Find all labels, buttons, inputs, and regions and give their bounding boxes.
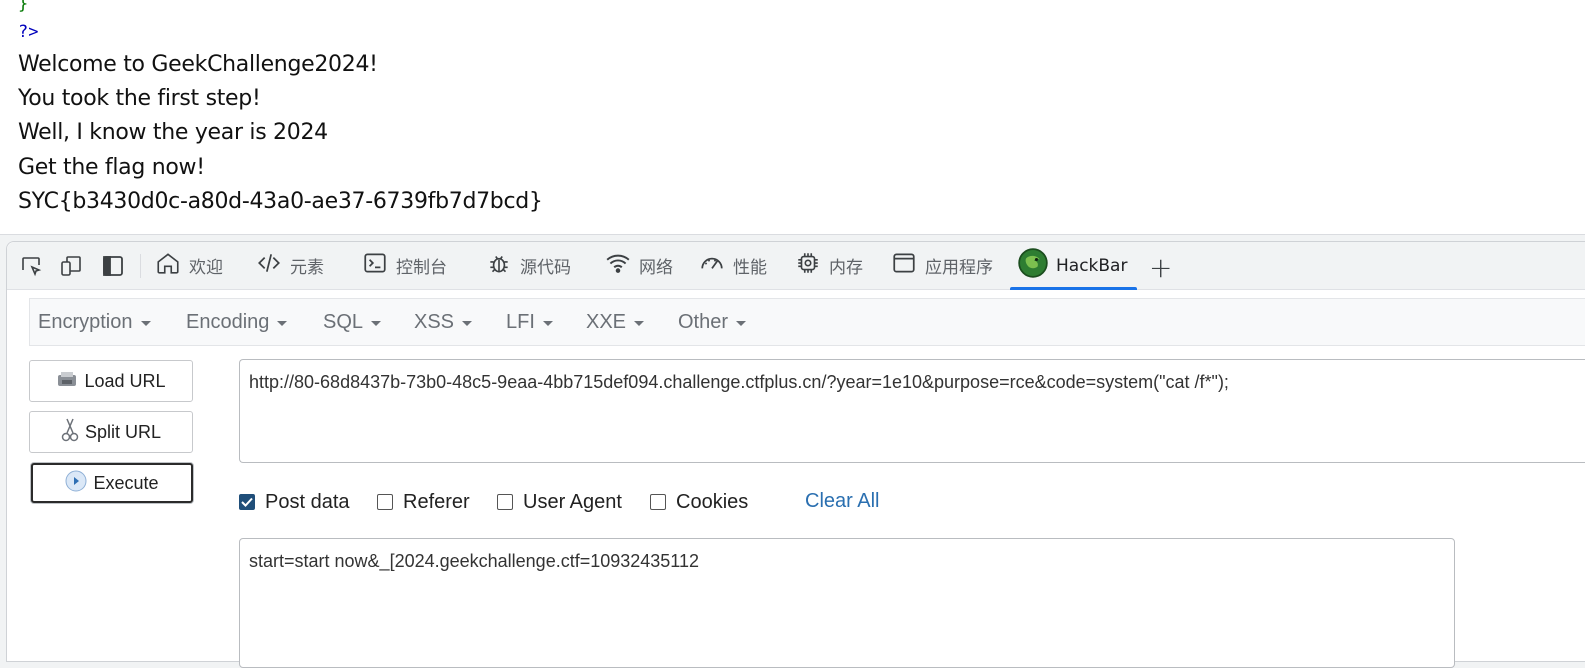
tab-welcome[interactable]: 欢迎: [155, 242, 223, 289]
caret-down-icon: [371, 320, 382, 326]
cookies-checkbox[interactable]: [650, 494, 666, 510]
menu-label: Other: [678, 310, 729, 333]
output-flag: SYC{b3430d0c-a80d-43a0-ae37-6739fb7d7bcd…: [18, 189, 543, 214]
menu-lfi[interactable]: LFI: [506, 299, 553, 345]
post-data-option[interactable]: Post data: [239, 490, 350, 514]
tab-elements[interactable]: 元素: [256, 242, 324, 289]
page-content: } ?> Welcome to GeekChallenge2024! You t…: [0, 0, 1585, 235]
tab-network[interactable]: 网络: [605, 242, 673, 289]
url-input[interactable]: http://80-68d8437b-73b0-48c5-9eaa-4bb715…: [239, 359, 1585, 463]
menu-sql[interactable]: SQL: [323, 299, 382, 345]
button-label: Load URL: [84, 370, 166, 391]
hackbar-menu-bar: Encryption Encoding SQL XSS LFI XXE Othe…: [29, 298, 1585, 346]
tab-label: 欢迎: [189, 258, 223, 278]
load-url-button[interactable]: Load URL: [29, 360, 193, 402]
tab-performance[interactable]: 性能: [699, 242, 767, 289]
wifi-icon: [605, 250, 631, 281]
chip-icon: [795, 250, 821, 281]
code-icon: [256, 250, 282, 281]
menu-xss[interactable]: XSS: [414, 299, 473, 345]
tab-memory[interactable]: 内存: [795, 242, 863, 289]
hackbar-logo-icon: [1018, 248, 1048, 283]
code-closing-brace: }: [18, 0, 29, 14]
cookies-option[interactable]: Cookies: [650, 490, 748, 514]
menu-other[interactable]: Other: [678, 299, 747, 345]
user-agent-option[interactable]: User Agent: [497, 490, 622, 514]
load-url-icon: [56, 369, 78, 394]
option-label: User Agent: [523, 490, 622, 513]
referer-checkbox[interactable]: [377, 494, 393, 510]
user-agent-checkbox[interactable]: [497, 494, 513, 510]
clear-all-link[interactable]: Clear All: [805, 490, 879, 513]
caret-down-icon: [462, 320, 473, 326]
scissors-icon: [61, 417, 79, 448]
caret-down-icon: [542, 320, 553, 326]
tab-label: 网络: [639, 258, 673, 278]
tab-hackbar[interactable]: HackBar: [1010, 242, 1138, 290]
play-icon: [65, 470, 87, 497]
menu-label: XXE: [586, 310, 627, 333]
dock-side-icon[interactable]: [101, 254, 125, 278]
caret-down-icon: [634, 320, 645, 326]
caret-down-icon: [140, 320, 151, 326]
window-icon: [891, 250, 917, 281]
menu-label: Encryption: [38, 310, 133, 333]
menu-xxe[interactable]: XXE: [586, 299, 645, 345]
device-emulation-icon[interactable]: [59, 254, 83, 278]
tab-application[interactable]: 应用程序: [891, 242, 993, 289]
execute-button[interactable]: Execute: [31, 463, 193, 503]
output-line-first-step: You took the first step!: [18, 86, 261, 111]
gauge-icon: [699, 250, 725, 281]
tab-sources[interactable]: 源代码: [486, 242, 571, 289]
menu-encryption[interactable]: Encryption: [38, 299, 151, 345]
button-label: Split URL: [84, 421, 162, 442]
menu-label: LFI: [506, 310, 535, 333]
home-icon: [155, 250, 181, 281]
output-line-get-flag: Get the flag now!: [18, 155, 205, 180]
tab-label: 控制台: [396, 258, 447, 278]
option-label: Cookies: [676, 490, 749, 513]
tab-label: 应用程序: [925, 258, 993, 278]
tab-label: HackBar: [1056, 255, 1128, 276]
split-url-button[interactable]: Split URL: [29, 411, 193, 453]
button-label: Execute: [93, 472, 159, 493]
post-data-input[interactable]: start=start now&_[2024.geekchallenge.ctf…: [239, 538, 1455, 668]
caret-down-icon: [277, 320, 288, 326]
menu-label: XSS: [414, 310, 455, 333]
add-tab-button[interactable]: +: [1149, 251, 1172, 284]
post-data-checkbox[interactable]: [239, 494, 255, 510]
option-label: Referer: [403, 490, 470, 513]
caret-down-icon: [736, 320, 747, 326]
tab-label: 内存: [829, 258, 863, 278]
tab-label: 源代码: [520, 258, 571, 278]
menu-label: Encoding: [186, 310, 270, 333]
menu-encoding[interactable]: Encoding: [186, 299, 288, 345]
console-icon: [362, 250, 388, 281]
devtools-tabbar: 欢迎 元素 控制台 源代码 网络 性能 内存 应用程序 HackBar +: [7, 242, 1585, 290]
tab-label: 性能: [733, 258, 767, 278]
php-close-tag: ?>: [18, 22, 39, 42]
menu-label: SQL: [323, 310, 364, 333]
tab-label: 元素: [290, 258, 324, 278]
referer-option[interactable]: Referer: [377, 490, 470, 514]
inspect-element-icon[interactable]: [19, 254, 43, 278]
tab-console[interactable]: 控制台: [362, 242, 447, 289]
output-line-year: Well, I know the year is 2024: [18, 120, 328, 145]
output-line-welcome: Welcome to GeekChallenge2024!: [18, 52, 378, 77]
option-label: Post data: [265, 490, 350, 513]
active-tab-indicator: [1010, 287, 1138, 290]
toolbar-separator: [140, 254, 141, 278]
devtools-panel: 欢迎 元素 控制台 源代码 网络 性能 内存 应用程序 HackBar + En…: [6, 241, 1585, 668]
bug-icon: [486, 250, 512, 281]
